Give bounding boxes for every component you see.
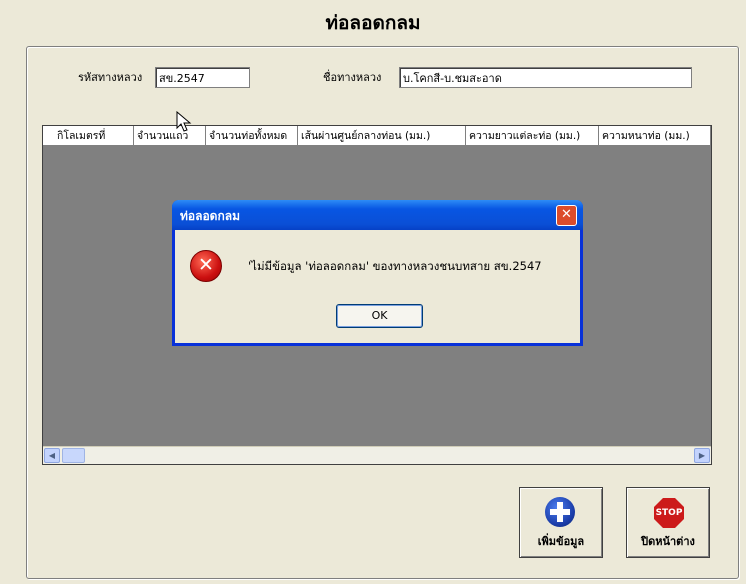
close-window-label: ปิดหน้าต่าง xyxy=(641,535,695,548)
dialog-titlebar[interactable]: ท่อลอดกลม ✕ xyxy=(172,200,583,230)
road-name-label: ชื่อทางหลวง xyxy=(323,71,382,84)
add-data-label: เพิ่มข้อมูล xyxy=(537,535,585,548)
error-icon: ✕ xyxy=(190,250,222,282)
column-header[interactable]: ความยาวแต่ละท่อ (มม.) xyxy=(466,126,599,146)
stop-sign-icon: STOP xyxy=(654,498,684,528)
scroll-thumb[interactable] xyxy=(62,448,85,463)
plus-icon xyxy=(545,497,575,527)
scroll-right-icon[interactable]: ▶ xyxy=(694,448,710,463)
dialog-title: ท่อลอดกลม xyxy=(180,209,240,223)
road-code-label: รหัสทางหลวง xyxy=(78,71,143,84)
column-header[interactable]: ความหนาท่อ (มม.) xyxy=(599,126,711,146)
column-header[interactable]: จำนวนท่อทั้งหมด xyxy=(206,126,298,146)
close-window-button[interactable]: STOP ปิดหน้าต่าง xyxy=(626,487,710,558)
ok-button[interactable]: OK xyxy=(336,304,423,328)
dialog-message: 'ไม่มีข้อมูล 'ท่อลอดกลม' ของทางหลวงชนบทส… xyxy=(248,259,542,273)
error-dialog: ท่อลอดกลม ✕ ✕ 'ไม่มีข้อมูล 'ท่อลอดกลม' ข… xyxy=(172,200,583,346)
mouse-cursor-icon xyxy=(176,111,192,132)
column-header[interactable]: เส้นผ่านศูนย์กลางท่อน (มม.) xyxy=(298,126,466,146)
scroll-left-icon[interactable]: ◀ xyxy=(44,448,60,463)
road-name-field[interactable]: บ.โคกสี-บ.ชมสะอาด xyxy=(399,67,692,88)
horizontal-scrollbar[interactable]: ◀ ▶ xyxy=(43,446,711,464)
column-header[interactable]: กิโลเมตรที่ xyxy=(43,126,134,146)
add-data-button[interactable]: เพิ่มข้อมูล xyxy=(519,487,603,558)
grid-header: กิโลเมตรที่ จำนวนแถว จำนวนท่อทั้งหมด เส้… xyxy=(43,126,711,146)
close-icon[interactable]: ✕ xyxy=(556,205,577,226)
form-title: ท่อลอดกลม xyxy=(325,12,421,34)
road-code-field[interactable]: สข.2547 xyxy=(155,67,250,88)
column-header[interactable]: จำนวนแถว xyxy=(134,126,206,146)
